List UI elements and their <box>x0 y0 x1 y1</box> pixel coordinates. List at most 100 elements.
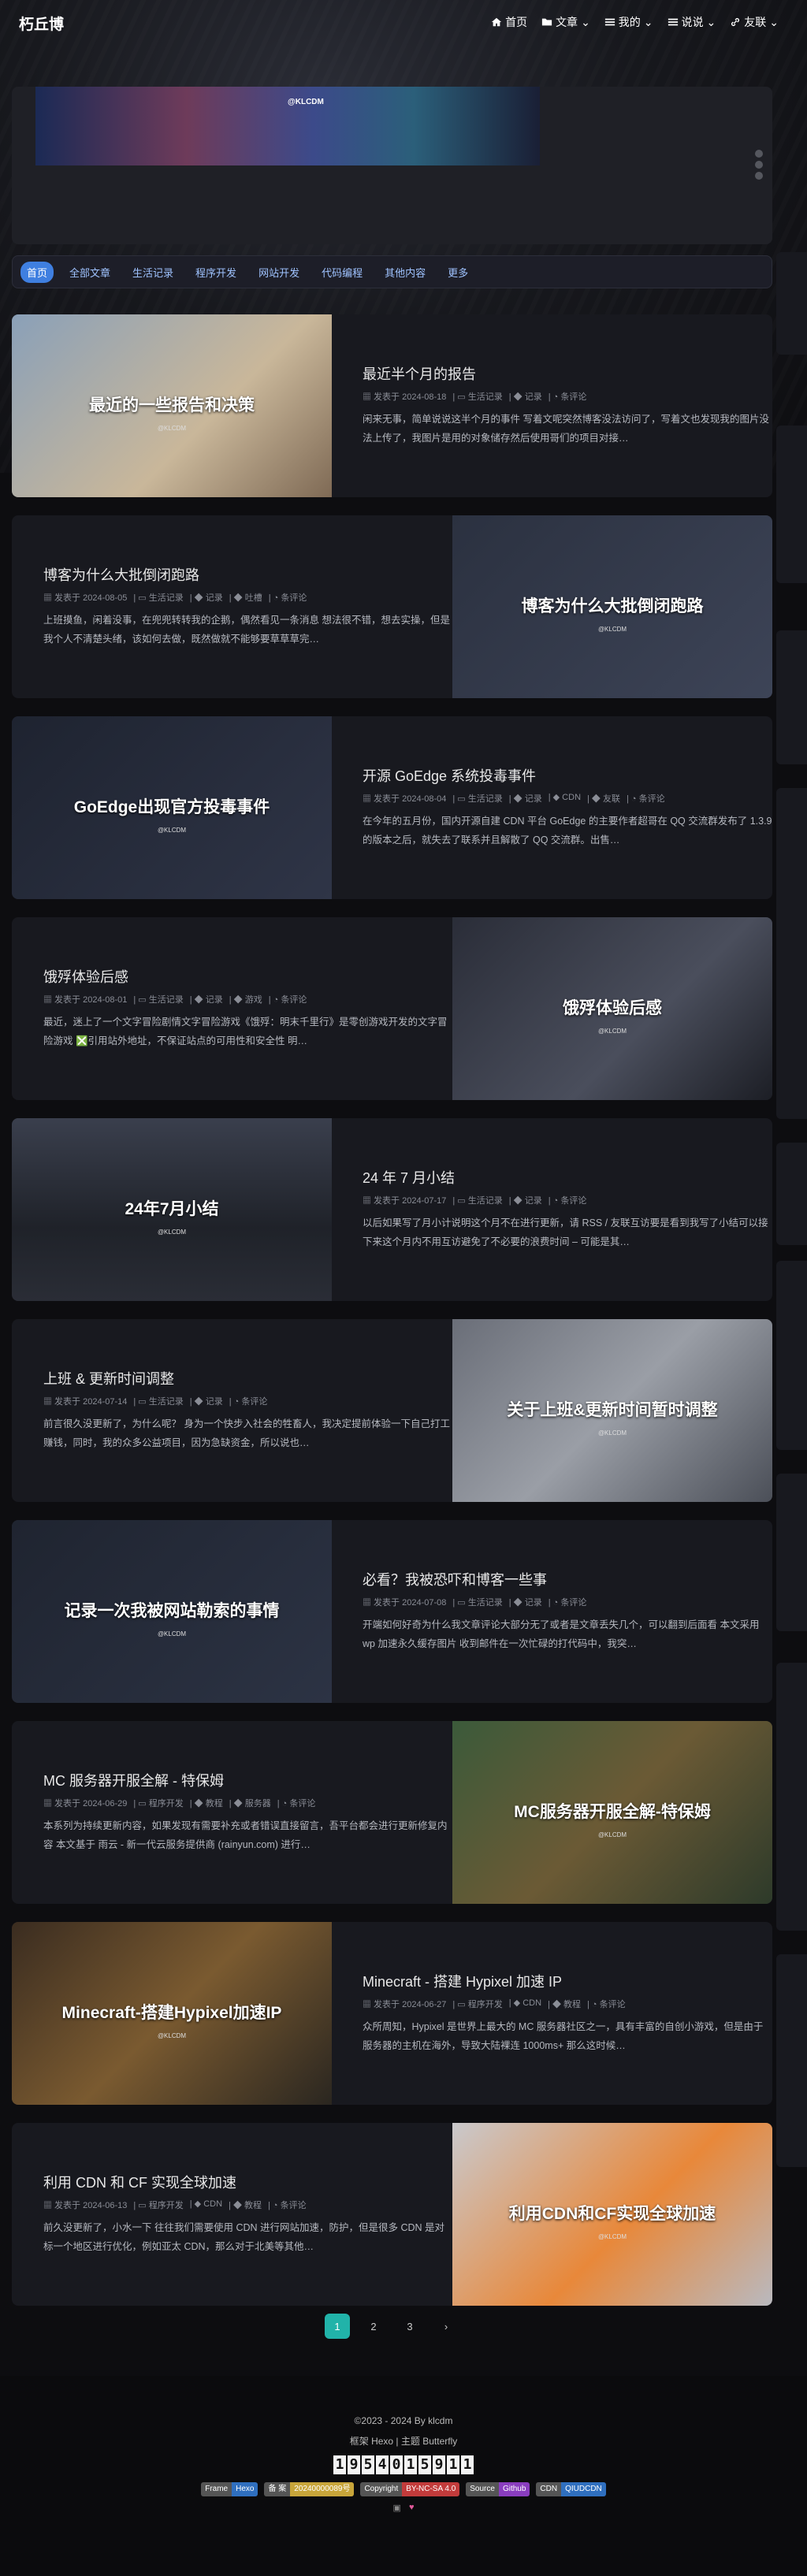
post-card[interactable]: MC服务器开服全解-特保姆 @KLCDM MC 服务器开服全解 - 特保姆 ▦ 发表于… <box>12 1721 772 1904</box>
nav-item-1[interactable]: 文章 ⌄ <box>541 14 590 30</box>
post-thumbnail[interactable]: 记录一次我被网站勒索的事情 @KLCDM <box>12 1520 332 1703</box>
post-card[interactable]: 关于上班&更新时间暂时调整 @KLCDM 上班 & 更新时间调整 ▦ 发表于 2024… <box>12 1319 772 1502</box>
post-card[interactable]: 利用CDN和CF实现全球加速 @KLCDM 利用 CDN 和 CF 实现全球加速 ▦ … <box>12 2123 772 2306</box>
footer-badge[interactable]: Copyright BY-NC-SA 4.0 <box>360 2482 460 2496</box>
post-title[interactable]: 饿殍体验后感 <box>43 966 453 987</box>
footer-badge[interactable]: Frame Hexo <box>201 2482 258 2496</box>
post-tag[interactable]: | ◆ 记录 <box>509 390 542 403</box>
post-comments[interactable]: | ◔ 条评论 <box>229 1395 268 1407</box>
post-tag[interactable]: | ◆ 记录 <box>190 591 223 604</box>
post-excerpt: 在今年的五月份，国内开源自建 CDN 平台 GoEdge 的主要作者超哥在 QQ… <box>363 816 772 846</box>
post-category[interactable]: | ▭ 生活记录 <box>452 792 502 805</box>
post-card[interactable]: 饿殍体验后感 @KLCDM 饿殍体验后感 ▦ 发表于 2024-08-01 | ▭ 生活… <box>12 917 772 1100</box>
post-tag[interactable]: | ◆ 友联 <box>587 792 620 805</box>
post-thumbnail[interactable]: Minecraft-搭建Hypixel加速IP @KLCDM <box>12 1922 332 2105</box>
post-tag[interactable]: | ◆ 教程 <box>229 2199 262 2211</box>
post-title[interactable]: Minecraft - 搭建 Hypixel 加速 IP <box>363 1971 772 1991</box>
category-tab-3[interactable]: 程序开发 <box>189 262 243 283</box>
category-tab-1[interactable]: 全部文章 <box>63 262 117 283</box>
post-tag[interactable]: | ◆ 教程 <box>548 1998 581 2010</box>
page-2[interactable]: 2 <box>361 2314 386 2339</box>
top-banner[interactable]: @KLCDM <box>12 87 772 244</box>
post-thumbnail[interactable]: 关于上班&更新时间暂时调整 @KLCDM <box>452 1319 772 1502</box>
post-comments[interactable]: | ◔ 条评论 <box>269 993 307 1005</box>
post-comments[interactable]: | ◔ 条评论 <box>549 1194 587 1206</box>
post-comments[interactable]: | ◔ 条评论 <box>549 390 587 403</box>
post-thumbnail[interactable]: 博客为什么大批倒闭跑路 @KLCDM <box>452 515 772 698</box>
post-tag[interactable]: | ◆ 吐槽 <box>229 591 262 604</box>
post-category[interactable]: | ▭ 程序开发 <box>133 1797 183 1809</box>
footer-badge[interactable]: Source Github <box>466 2482 530 2496</box>
heart-icon[interactable]: ♥ <box>409 2503 415 2513</box>
nav-item-4[interactable]: 友联 ⌄ <box>730 14 779 30</box>
post-card[interactable]: 博客为什么大批倒闭跑路 @KLCDM 博客为什么大批倒闭跑路 ▦ 发表于 2024-0… <box>12 515 772 698</box>
post-category[interactable]: | ▭ 生活记录 <box>133 1395 183 1407</box>
post-title[interactable]: 开源 GoEdge 系统投毒事件 <box>363 765 772 786</box>
post-thumbnail[interactable]: 最近的一些报告和决策 @KLCDM <box>12 314 332 497</box>
post-comments[interactable]: | ◔ 条评论 <box>269 591 307 604</box>
post-category[interactable]: | ▭ 生活记录 <box>133 591 183 604</box>
post-card[interactable]: 最近的一些报告和决策 @KLCDM 最近半个月的报告 ▦ 发表于 2024-08-18… <box>12 314 772 497</box>
category-tab-5[interactable]: 代码编程 <box>315 262 369 283</box>
post-tag[interactable]: | ◆ CDN <box>549 792 581 805</box>
post-category[interactable]: | ▭ 生活记录 <box>452 1596 502 1608</box>
banner-pagination[interactable] <box>755 150 763 180</box>
post-category[interactable]: | ▭ 生活记录 <box>452 390 502 403</box>
chevron-down-icon: ⌄ <box>581 15 590 28</box>
post-card[interactable]: GoEdge出现官方投毒事件 @KLCDM 开源 GoEdge 系统投毒事件 ▦ 发表… <box>12 716 772 899</box>
post-title[interactable]: 必看？我被恐吓和博客一些事 <box>363 1569 772 1589</box>
post-tag[interactable]: | ◆ 记录 <box>190 993 223 1005</box>
post-tag[interactable]: | ◆ CDN <box>190 2199 222 2211</box>
post-category[interactable]: | ▭ 生活记录 <box>452 1194 502 1206</box>
footer-badge[interactable]: 备 案 20240000089号 <box>264 2482 355 2496</box>
nav-item-0[interactable]: 首页 <box>491 14 527 30</box>
post-title[interactable]: 利用 CDN 和 CF 实现全球加速 <box>43 2172 453 2192</box>
post-title[interactable]: 24 年 7 月小结 <box>363 1167 772 1188</box>
post-tag[interactable]: | ◆ 记录 <box>509 1596 542 1608</box>
post-tag[interactable]: | ◆ 游戏 <box>229 993 262 1005</box>
post-thumbnail[interactable]: 饿殍体验后感 @KLCDM <box>452 917 772 1100</box>
thumbnail-title: MC服务器开服全解-特保姆 <box>514 1802 711 1821</box>
post-excerpt: 众所周知，Hypixel 是世界上最大的 MC 服务器社区之一，具有丰富的自创小… <box>363 2021 764 2051</box>
post-thumbnail[interactable]: 24年7月小结 @KLCDM <box>12 1118 332 1301</box>
category-tab-4[interactable]: 网站开发 <box>252 262 306 283</box>
post-thumbnail[interactable]: GoEdge出现官方投毒事件 @KLCDM <box>12 716 332 899</box>
post-category[interactable]: | ▭ 程序开发 <box>133 2199 183 2211</box>
post-tag[interactable]: | ◆ 记录 <box>509 1194 542 1206</box>
page-1[interactable]: 1 <box>325 2314 350 2339</box>
post-category[interactable]: | ▭ 生活记录 <box>133 993 183 1005</box>
post-thumbnail[interactable]: 利用CDN和CF实现全球加速 @KLCDM <box>452 2123 772 2306</box>
next-page-icon[interactable]: › <box>433 2314 459 2339</box>
post-meta: ▦ 发表于 2024-06-27 | ▭ 程序开发 | ◆ CDN | ◆ 教程 | ◔… <box>363 1998 772 2010</box>
footer-badge[interactable]: CDN QIUDCDN <box>536 2482 606 2496</box>
site-brand[interactable]: 朽丘博 <box>19 13 64 34</box>
post-title[interactable]: 上班 & 更新时间调整 <box>43 1368 453 1388</box>
post-tag[interactable]: | ◆ 记录 <box>509 792 542 805</box>
post-comments[interactable]: | ◔ 条评论 <box>549 1596 587 1608</box>
category-tab-0[interactable]: 首页 <box>20 261 54 283</box>
post-comments[interactable]: | ◔ 条评论 <box>627 792 665 805</box>
list-icon <box>668 17 679 28</box>
category-tab-2[interactable]: 生活记录 <box>126 262 180 283</box>
post-card[interactable]: Minecraft-搭建Hypixel加速IP @KLCDM Minecraft -… <box>12 1922 772 2105</box>
nav-item-3[interactable]: 说说 ⌄ <box>668 14 716 30</box>
post-comments[interactable]: | ◔ 条评论 <box>587 1998 626 2010</box>
category-tab-7[interactable]: 更多 <box>441 262 474 283</box>
post-comments[interactable]: | ◔ 条评论 <box>268 2199 307 2211</box>
post-tag[interactable]: | ◆ 记录 <box>190 1395 223 1407</box>
nav-item-2[interactable]: 我的 ⌄ <box>604 14 653 30</box>
post-tag[interactable]: | ◆ CDN <box>509 1998 541 2010</box>
post-card[interactable]: 记录一次我被网站勒索的事情 @KLCDM 必看？我被恐吓和博客一些事 ▦ 发表于 20… <box>12 1520 772 1703</box>
post-title[interactable]: 最近半个月的报告 <box>363 363 772 384</box>
post-tag[interactable]: | ◆ 服务器 <box>229 1797 271 1809</box>
post-comments[interactable]: | ◔ 条评论 <box>277 1797 316 1809</box>
image-icon[interactable]: ▣ <box>393 2503 401 2513</box>
post-title[interactable]: 博客为什么大批倒闭跑路 <box>43 564 453 585</box>
post-title[interactable]: MC 服务器开服全解 - 特保姆 <box>43 1770 453 1790</box>
post-thumbnail[interactable]: MC服务器开服全解-特保姆 @KLCDM <box>452 1721 772 1904</box>
category-tab-6[interactable]: 其他内容 <box>378 262 432 283</box>
post-category[interactable]: | ▭ 程序开发 <box>452 1998 502 2010</box>
page-3[interactable]: 3 <box>397 2314 422 2339</box>
post-card[interactable]: 24年7月小结 @KLCDM 24 年 7 月小结 ▦ 发表于 2024-07-17 |… <box>12 1118 772 1301</box>
post-tag[interactable]: | ◆ 教程 <box>190 1797 223 1809</box>
